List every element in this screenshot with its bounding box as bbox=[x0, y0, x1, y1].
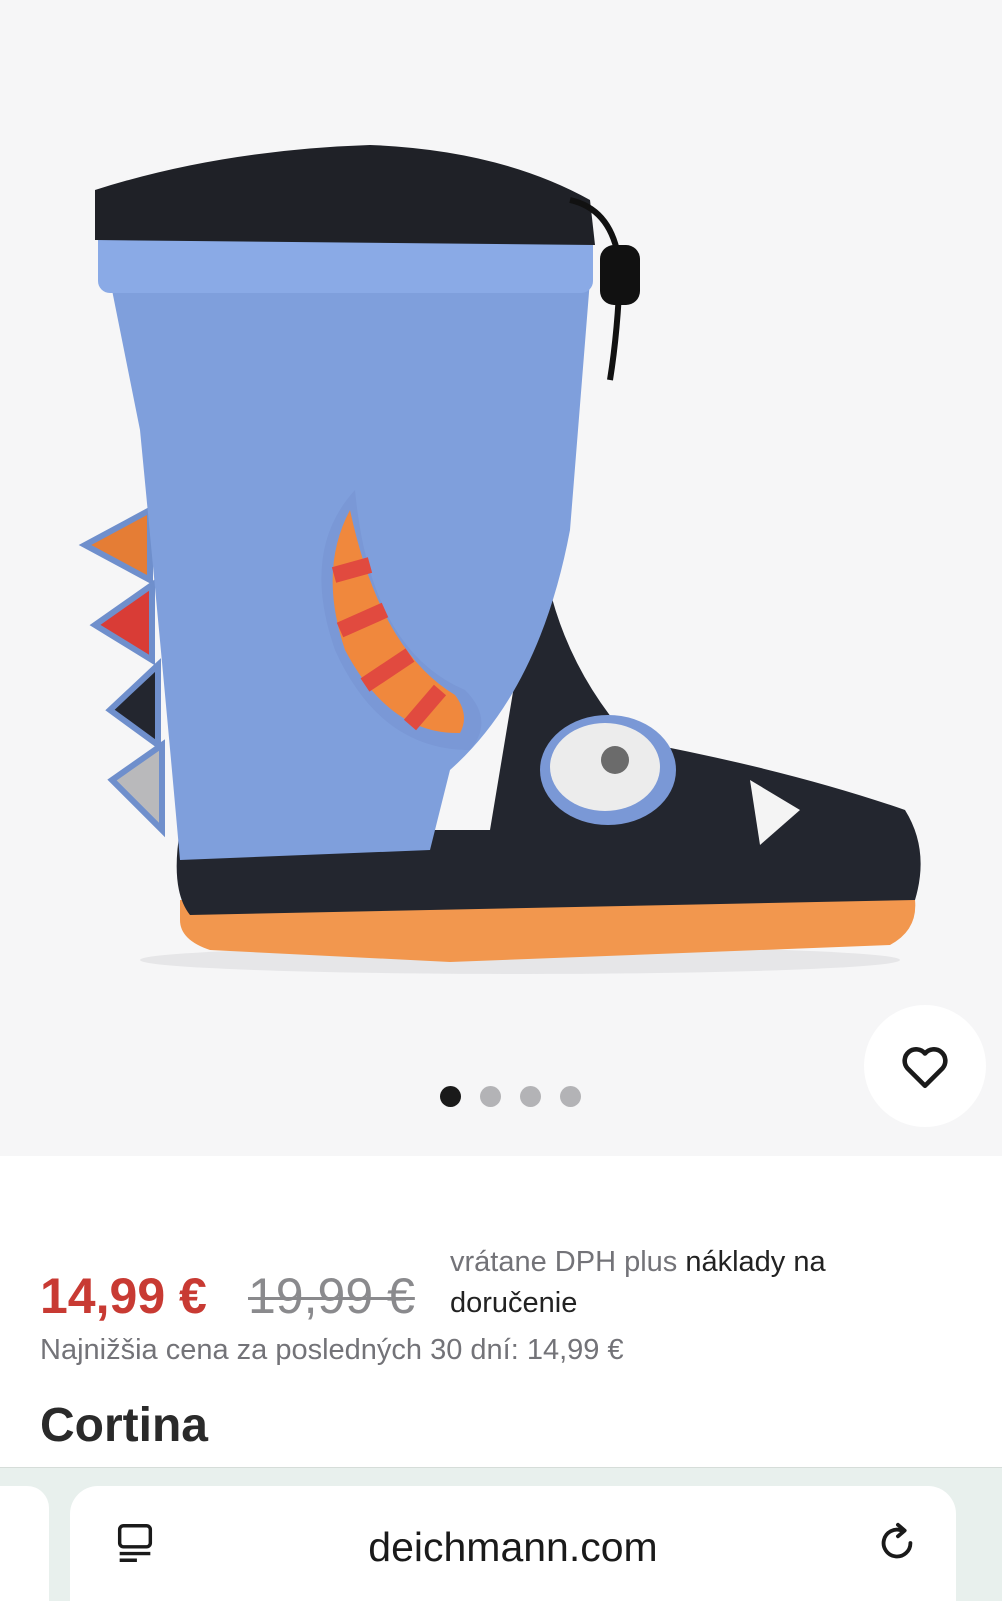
carousel-dot[interactable] bbox=[480, 1086, 501, 1107]
carousel-dot[interactable] bbox=[560, 1086, 581, 1107]
carousel-dot[interactable] bbox=[520, 1086, 541, 1107]
address-bar[interactable]: deichmann.com bbox=[70, 1486, 956, 1601]
heart-icon bbox=[902, 1047, 948, 1089]
product-gallery[interactable] bbox=[0, 0, 1002, 1156]
url-text: deichmann.com bbox=[368, 1524, 658, 1570]
lowest-price-note: Najnižšia cena za posledných 30 dní: 14,… bbox=[40, 1334, 624, 1366]
carousel-dots bbox=[440, 1086, 581, 1108]
browser-toolbar: deichmann.com bbox=[0, 1467, 1002, 1601]
carousel-dot[interactable] bbox=[440, 1086, 461, 1107]
product-name: Cortina bbox=[40, 1399, 208, 1452]
previous-tab[interactable] bbox=[0, 1486, 49, 1601]
original-price: 19,99 € bbox=[248, 1268, 415, 1324]
vat-note: vrátane DPH plus náklady na doručenie bbox=[450, 1242, 950, 1324]
vat-prefix: vrátane DPH plus bbox=[450, 1246, 678, 1278]
reload-icon[interactable] bbox=[874, 1520, 920, 1566]
current-price: 14,99 € bbox=[40, 1268, 207, 1324]
product-image[interactable] bbox=[70, 130, 950, 1010]
wishlist-button[interactable] bbox=[864, 1005, 986, 1127]
